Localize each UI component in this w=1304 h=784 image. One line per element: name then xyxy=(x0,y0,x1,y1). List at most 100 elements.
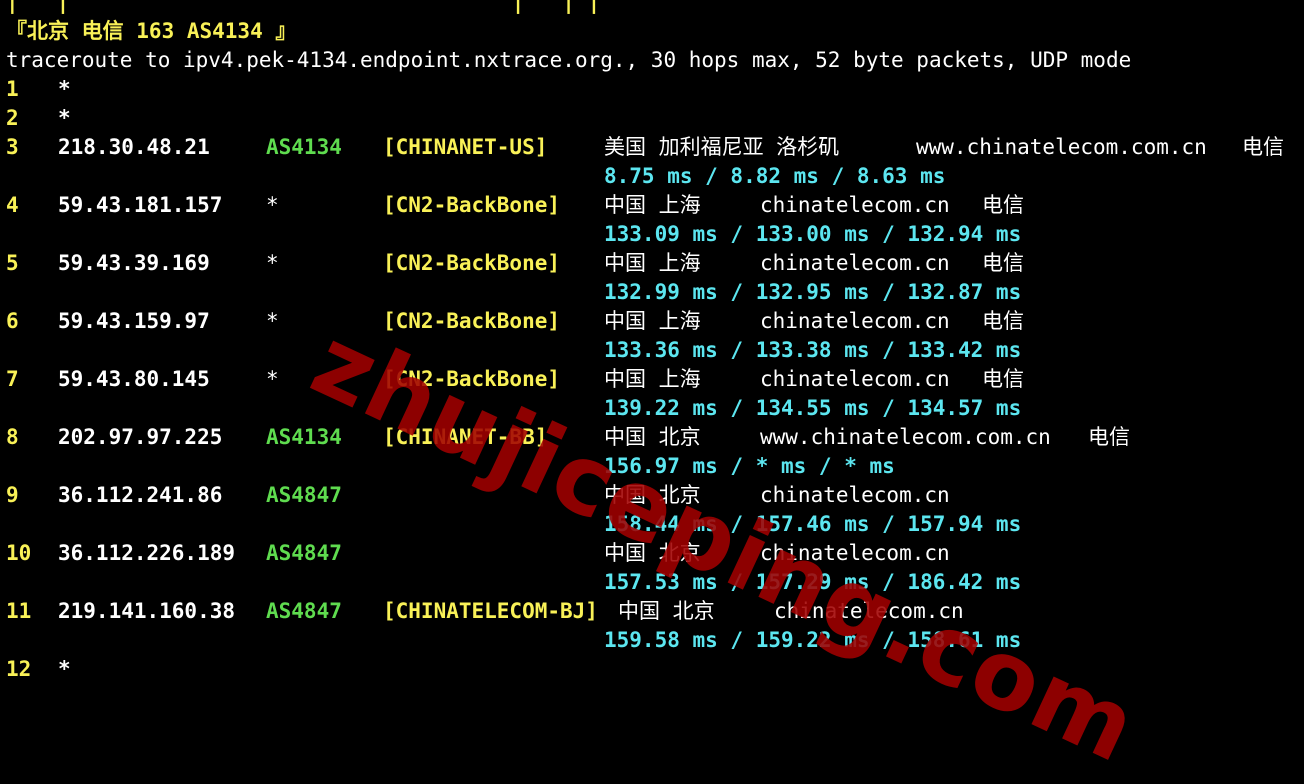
hop-latency-row: 133.09 ms / 133.00 ms / 132.94 ms xyxy=(6,220,1304,249)
terminal-window: | | | | | 『北京 电信 163 AS4134 』 traceroute… xyxy=(6,0,1304,684)
hop-asn: * xyxy=(266,193,279,217)
hop-domain: chinatelecom.cn xyxy=(774,599,964,623)
hop-asn: * xyxy=(266,251,279,275)
hop-ip: 219.141.160.38 xyxy=(58,599,236,623)
hop-row: 4 59.43.181.157 * [CN2-BackBone] 中国 上海 chinat… xyxy=(6,191,1304,220)
hop-network-tag: [CHINATELECOM-BJ] xyxy=(383,599,598,623)
hop-latency-row: 157.53 ms / 157.29 ms / 186.42 ms xyxy=(6,568,1304,597)
hop-domain: chinatelecom.cn xyxy=(760,367,950,391)
hop-ip: 59.43.39.169 xyxy=(58,251,210,275)
hop-location: 中国 北京 xyxy=(618,599,715,623)
hop-domain: www.chinatelecom.com.cn xyxy=(760,425,1051,449)
hop-ip: * xyxy=(58,657,71,681)
hop-row: 1 * xyxy=(6,75,1304,104)
hop-number: 5 xyxy=(6,251,19,275)
hop-domain: chinatelecom.cn xyxy=(760,309,950,333)
hop-location: 中国 上海 xyxy=(604,309,701,333)
hop-asn: AS4134 xyxy=(266,425,342,449)
section-title: 『北京 电信 163 AS4134 』 xyxy=(6,19,297,43)
hop-list: 1 * 2 * 3 218.30.48.21 AS4134 [CHINANET-US] 美国 加… xyxy=(6,75,1304,684)
hop-domain: chinatelecom.cn xyxy=(760,483,950,507)
hop-ip: 59.43.80.145 xyxy=(58,367,210,391)
hop-ip: 59.43.159.97 xyxy=(58,309,210,333)
hop-domain: www.chinatelecom.com.cn xyxy=(916,135,1207,159)
hop-row: 5 59.43.39.169 * [CN2-BackBone] 中国 上海 chinate… xyxy=(6,249,1304,278)
hop-ip: * xyxy=(58,77,71,101)
hop-isp: 电信 xyxy=(1088,425,1130,449)
hop-asn: * xyxy=(266,309,279,333)
hop-latency-row: 139.22 ms / 134.55 ms / 134.57 ms xyxy=(6,394,1304,423)
hop-number: 2 xyxy=(6,106,19,130)
hop-row: 7 59.43.80.145 * [CN2-BackBone] 中国 上海 chinate… xyxy=(6,365,1304,394)
hop-number: 4 xyxy=(6,193,19,217)
hop-number: 7 xyxy=(6,367,19,391)
hop-number: 1 xyxy=(6,77,19,101)
hop-number: 3 xyxy=(6,135,19,159)
prev-output-fragment: | | | | | xyxy=(6,0,601,14)
hop-ip: 59.43.181.157 xyxy=(58,193,223,217)
hop-location: 中国 上海 xyxy=(604,193,701,217)
hop-latency: 133.36 ms / 133.38 ms / 133.42 ms xyxy=(604,338,1022,362)
hop-latency-row: 158.44 ms / 157.46 ms / 157.94 ms xyxy=(6,510,1304,539)
hop-latency: 139.22 ms / 134.55 ms / 134.57 ms xyxy=(604,396,1022,420)
hop-asn: AS4847 xyxy=(266,483,342,507)
hop-isp: 电信 xyxy=(982,309,1024,333)
hop-number: 9 xyxy=(6,483,19,507)
hop-network-tag: [CN2-BackBone] xyxy=(383,251,561,275)
hop-number: 6 xyxy=(6,309,19,333)
hop-ip: 218.30.48.21 xyxy=(58,135,210,159)
hop-location: 中国 上海 xyxy=(604,251,701,275)
hop-location: 中国 北京 xyxy=(604,425,701,449)
section-title-line: 『北京 电信 163 AS4134 』 xyxy=(6,17,1304,46)
hop-latency-row: 156.97 ms / * ms / * ms xyxy=(6,452,1304,481)
hop-row: 2 * xyxy=(6,104,1304,133)
hop-latency: 158.44 ms / 157.46 ms / 157.94 ms xyxy=(604,512,1022,536)
hop-network-tag: [CN2-BackBone] xyxy=(383,309,561,333)
hop-latency-row: 132.99 ms / 132.95 ms / 132.87 ms xyxy=(6,278,1304,307)
hop-network-tag: [CHINANET-BB] xyxy=(383,425,548,449)
hop-latency: 132.99 ms / 132.95 ms / 132.87 ms xyxy=(604,280,1022,304)
hop-row: 9 36.112.241.86 AS4847 中国 北京 chinatelecom.cn xyxy=(6,481,1304,510)
hop-latency-row: 133.36 ms / 133.38 ms / 133.42 ms xyxy=(6,336,1304,365)
hop-ip: 202.97.97.225 xyxy=(58,425,223,449)
hop-network-tag: [CN2-BackBone] xyxy=(383,367,561,391)
hop-location: 中国 北京 xyxy=(604,483,701,507)
hop-ip: 36.112.241.86 xyxy=(58,483,223,507)
hop-network-tag: [CHINANET-US] xyxy=(383,135,548,159)
hop-number: 12 xyxy=(6,657,32,681)
hop-latency: 133.09 ms / 133.00 ms / 132.94 ms xyxy=(604,222,1022,246)
hop-ip: * xyxy=(58,106,71,130)
hop-latency-row: 159.58 ms / 159.22 ms / 158.61 ms xyxy=(6,626,1304,655)
hop-row: 3 218.30.48.21 AS4134 [CHINANET-US] 美国 加利福尼亚… xyxy=(6,133,1304,162)
hop-latency: 8.75 ms / 8.82 ms / 8.63 ms xyxy=(604,164,946,188)
hop-location: 中国 上海 xyxy=(604,367,701,391)
hop-number: 11 xyxy=(6,599,32,623)
hop-number: 10 xyxy=(6,541,32,565)
hop-domain: chinatelecom.cn xyxy=(760,541,950,565)
hop-location: 美国 加利福尼亚 洛杉矶 xyxy=(604,135,840,159)
hop-latency: 159.58 ms / 159.22 ms / 158.61 ms xyxy=(604,628,1022,652)
hop-asn: AS4847 xyxy=(266,541,342,565)
hop-location: 中国 北京 xyxy=(604,541,701,565)
hop-isp: 电信 xyxy=(982,251,1024,275)
hop-domain: chinatelecom.cn xyxy=(760,251,950,275)
hop-asn: AS4134 xyxy=(266,135,342,159)
prev-output-line: | | | | | xyxy=(6,0,1304,17)
hop-row: 12 * xyxy=(6,655,1304,684)
hop-isp: 电信 xyxy=(1242,135,1284,159)
hop-latency: 157.53 ms / 157.29 ms / 186.42 ms xyxy=(604,570,1022,594)
hop-latency: 156.97 ms / * ms / * ms xyxy=(604,454,895,478)
hop-row: 6 59.43.159.97 * [CN2-BackBone] 中国 上海 chinate… xyxy=(6,307,1304,336)
hop-ip: 36.112.226.189 xyxy=(58,541,236,565)
hop-domain: chinatelecom.cn xyxy=(760,193,950,217)
command-line: traceroute to ipv4.pek-4134.endpoint.nxt… xyxy=(6,46,1304,75)
hop-row: 8 202.97.97.225 AS4134 [CHINANET-BB] 中国 北京 ww… xyxy=(6,423,1304,452)
hop-isp: 电信 xyxy=(982,367,1024,391)
hop-isp: 电信 xyxy=(982,193,1024,217)
traceroute-command: traceroute to ipv4.pek-4134.endpoint.nxt… xyxy=(6,48,1132,72)
hop-number: 8 xyxy=(6,425,19,449)
hop-network-tag: [CN2-BackBone] xyxy=(383,193,561,217)
hop-asn: * xyxy=(266,367,279,391)
hop-row: 11 219.141.160.38 AS4847 [CHINATELECOM-BJ] 中… xyxy=(6,597,1304,626)
hop-latency-row: 8.75 ms / 8.82 ms / 8.63 ms xyxy=(6,162,1304,191)
